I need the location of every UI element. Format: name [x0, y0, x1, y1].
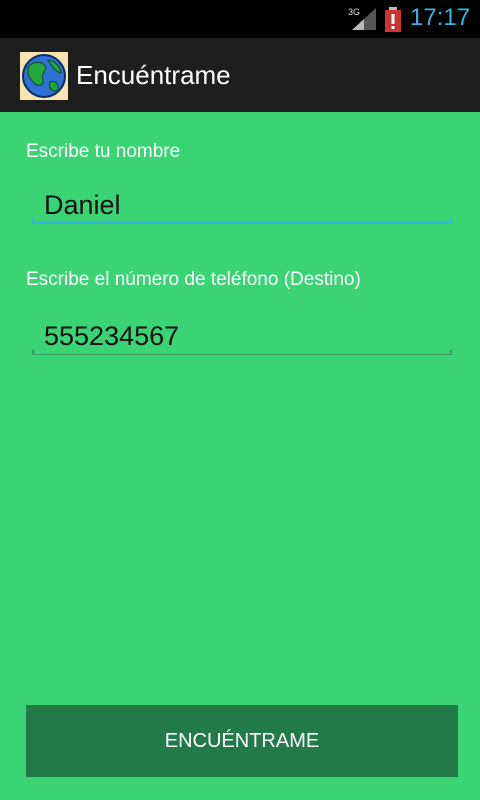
clock: 17:17	[410, 4, 471, 31]
phone-input[interactable]: 555234567	[32, 315, 452, 355]
phone-input-underline	[32, 354, 452, 355]
app-title: Encuéntrame	[76, 60, 231, 90]
action-bar: Encuéntrame	[0, 38, 480, 113]
name-input-underline	[32, 222, 452, 224]
status-bar: 3G 17:17	[0, 0, 480, 38]
phone-input-value: 555234567	[44, 321, 180, 351]
find-me-button[interactable]: ENCUÉNTRAME	[26, 705, 458, 777]
name-input-value: Daniel	[44, 190, 121, 220]
name-input[interactable]: Daniel	[32, 184, 452, 224]
name-label: Escribe tu nombre	[26, 141, 181, 162]
phone-input-tick-left	[32, 350, 34, 355]
main-content: Escribe tu nombre Daniel Escribe el núme…	[0, 112, 480, 800]
battery-alert-icon	[385, 7, 401, 32]
signal-icon	[352, 8, 376, 30]
find-me-button-label: ENCUÉNTRAME	[164, 730, 320, 752]
globe-icon[interactable]	[20, 52, 68, 100]
phone-label: Escribe el número de teléfono (Destino)	[26, 269, 361, 290]
phone-input-tick-right	[450, 350, 452, 355]
name-input-tick-right	[450, 218, 452, 224]
name-input-tick-left	[32, 218, 34, 224]
